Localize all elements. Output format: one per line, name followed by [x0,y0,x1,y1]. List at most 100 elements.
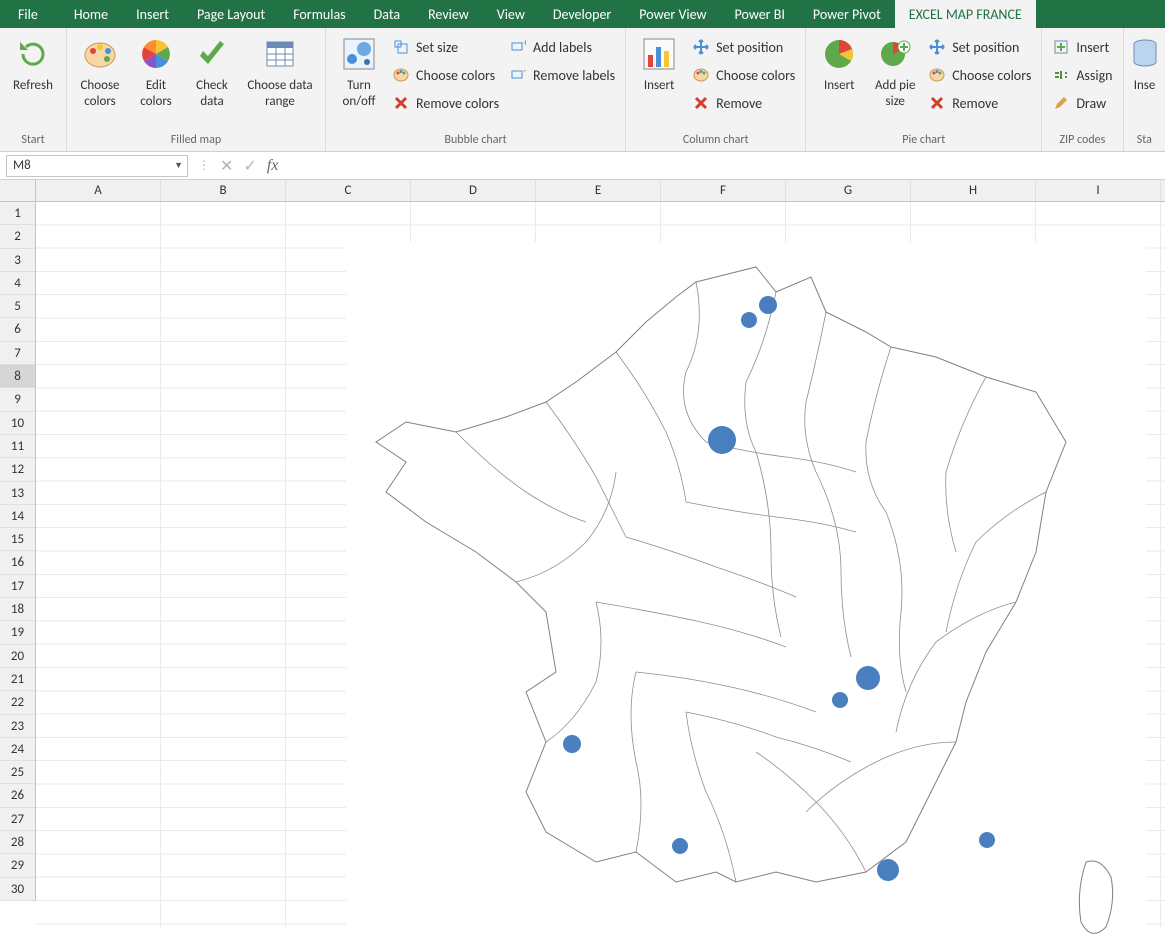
map-bubble[interactable] [856,666,880,690]
pie-remove-button[interactable]: Remove [924,92,1035,114]
column-remove-button[interactable]: Remove [688,92,799,114]
row-header[interactable]: 21 [0,668,35,691]
column-header[interactable]: D [411,180,536,201]
fx-label[interactable]: fx [267,157,279,175]
tab-power-view[interactable]: Power View [625,0,720,28]
tab-power-pivot[interactable]: Power Pivot [799,0,895,28]
tab-developer[interactable]: Developer [539,0,625,28]
tab-insert[interactable]: Insert [122,0,183,28]
row-header[interactable]: 7 [0,342,35,365]
set-size-button[interactable]: Set size [388,36,503,58]
column-header[interactable]: E [536,180,661,201]
remove-colors-button[interactable]: Remove colors [388,92,503,114]
group-column-chart-label: Column chart [628,130,803,151]
map-bubble[interactable] [672,838,688,854]
choose-colors-button[interactable]: Choose colors [73,32,127,109]
row-header[interactable]: 13 [0,482,35,505]
tab-review[interactable]: Review [414,0,483,28]
tab-power-bi[interactable]: Power BI [721,0,799,28]
row-header[interactable]: 20 [0,645,35,668]
fill-handle[interactable] [65,381,71,387]
map-bubble[interactable] [708,426,736,454]
select-all-corner[interactable] [0,180,36,202]
column-header[interactable]: B [161,180,286,201]
row-header[interactable]: 10 [0,412,35,435]
cancel-icon[interactable]: ✕ [220,156,233,176]
row-header[interactable]: 11 [0,435,35,458]
row-header[interactable]: 25 [0,761,35,784]
row-header[interactable]: 16 [0,551,35,574]
map-bubble[interactable] [759,296,777,314]
column-header[interactable]: C [286,180,411,201]
row-header[interactable]: 22 [0,691,35,714]
row-header[interactable]: 30 [0,878,35,901]
enter-icon[interactable]: ✓ [243,156,256,176]
row-header[interactable]: 24 [0,738,35,761]
zip-insert-button[interactable]: Insert [1048,36,1116,58]
pie-insert-button[interactable]: Insert [812,32,866,94]
tab-excel-map-france[interactable]: EXCEL MAP FRANCE [895,0,1036,28]
row-header[interactable]: 2 [0,225,35,248]
column-insert-button[interactable]: Insert [632,32,686,94]
column-header[interactable]: F [661,180,786,201]
assign-icon [1052,66,1070,84]
dots-icon[interactable]: ⋮ [198,158,210,173]
palette-mini-icon [928,66,946,84]
edit-colors-button[interactable]: Edit colors [129,32,183,109]
france-map-chart[interactable] [346,242,1146,942]
row-header[interactable]: 19 [0,621,35,644]
chevron-down-icon[interactable]: ▼ [174,160,183,171]
check-data-button[interactable]: Check data [185,32,239,109]
bubble-turn-button[interactable]: Turn on/off [332,32,386,109]
zip-draw-button[interactable]: Draw [1048,92,1116,114]
row-header[interactable]: 23 [0,715,35,738]
map-bubble[interactable] [877,859,899,881]
row-header[interactable]: 27 [0,808,35,831]
tab-file[interactable]: File [0,0,60,28]
row-header[interactable]: 29 [0,854,35,877]
bubble-choose-colors-button[interactable]: Choose colors [388,64,503,86]
tab-home[interactable]: Home [60,0,122,28]
column-header[interactable]: G [786,180,911,201]
pie-choose-colors-button[interactable]: Choose colors [924,64,1035,86]
add-pie-size-button[interactable]: Add pie size [868,32,922,109]
row-header[interactable]: 9 [0,388,35,411]
row-header[interactable]: 15 [0,528,35,551]
tab-formulas[interactable]: Formulas [279,0,359,28]
map-bubble[interactable] [832,692,848,708]
column-choose-colors-button[interactable]: Choose colors [688,64,799,86]
row-header[interactable]: 17 [0,575,35,598]
tab-data[interactable]: Data [360,0,414,28]
remove-labels-button[interactable]: − Remove labels [505,64,619,86]
row-header[interactable]: 12 [0,458,35,481]
pie-set-position-button[interactable]: Set position [924,36,1035,58]
shapes-insert-button[interactable]: Inse [1130,32,1160,94]
formula-input[interactable] [288,155,1165,177]
map-bubble[interactable] [563,735,581,753]
column-set-position-button[interactable]: Set position [688,36,799,58]
row-header[interactable]: 4 [0,272,35,295]
row-header[interactable]: 3 [0,249,35,272]
column-header[interactable]: A [36,180,161,201]
zip-assign-button[interactable]: Assign [1048,64,1116,86]
row-header[interactable]: 5 [0,295,35,318]
row-header[interactable]: 18 [0,598,35,621]
column-header[interactable]: H [911,180,1036,201]
row-header[interactable]: 8 [0,365,35,388]
map-bubble[interactable] [741,312,757,328]
map-bubble[interactable] [979,832,995,848]
row-header[interactable]: 6 [0,318,35,341]
row-header[interactable]: 26 [0,784,35,807]
refresh-button[interactable]: Refresh [6,32,60,94]
tab-view[interactable]: View [483,0,539,28]
cells-grid[interactable] [36,202,1165,927]
check-icon [196,36,228,72]
column-header[interactable]: I [1036,180,1161,201]
row-header[interactable]: 14 [0,505,35,528]
add-labels-button[interactable]: + Add labels [505,36,619,58]
row-header[interactable]: 28 [0,831,35,854]
name-box[interactable]: M8 ▼ [6,155,188,177]
tab-page-layout[interactable]: Page Layout [183,0,279,28]
row-header[interactable]: 1 [0,202,35,225]
choose-data-range-button[interactable]: Choose data range [241,32,319,109]
